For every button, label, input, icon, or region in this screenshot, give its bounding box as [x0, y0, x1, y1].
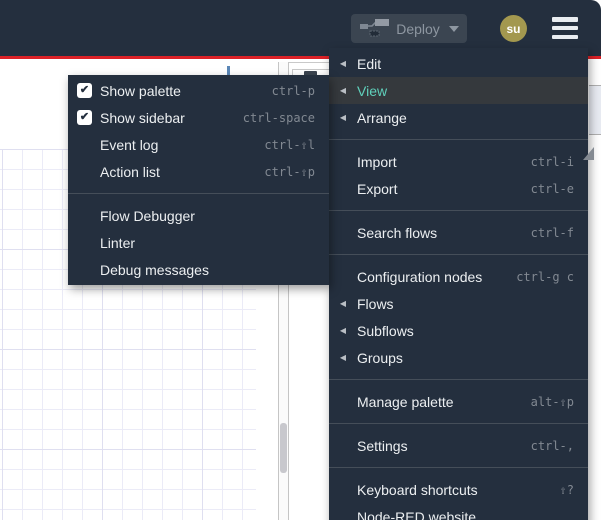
sidebar-scrollbar-thumb[interactable]	[589, 85, 601, 135]
main-menu-item-keyboard-shortcuts[interactable]: Keyboard shortcuts ⇧?	[329, 476, 588, 503]
main-menu-item-left-zone: ◀	[329, 58, 357, 68]
main-menu-item-label: Arrange	[357, 109, 407, 126]
hamburger-bar	[552, 34, 578, 39]
main-menu-item-manage-palette[interactable]: Manage palette alt-⇧p	[329, 388, 588, 415]
main-menu-item-label: Export	[357, 180, 398, 197]
shortcut-label: ctrl-space	[242, 110, 315, 125]
main-menu-item-left-zone: ◀	[329, 352, 357, 362]
view-submenu-item-label: Event log	[100, 136, 159, 153]
view-submenu-item-left-zone: ✔	[68, 110, 100, 125]
main-menu-separator	[329, 379, 588, 380]
main-menu-separator	[329, 210, 588, 211]
main-menu-item-left-zone: ◀	[329, 112, 357, 122]
main-menu-item-label: Settings	[357, 437, 408, 454]
main-menu-item-flows[interactable]: ◀ Flows	[329, 290, 588, 317]
main-menu-item-label: Import	[357, 153, 397, 170]
main-menu-item-label: Flows	[357, 295, 394, 312]
submenu-caret-left-icon: ◀	[339, 58, 347, 68]
main-menu-item-left-zone: ◀	[329, 85, 357, 95]
view-submenu-item-left-zone: ✔	[68, 83, 100, 98]
view-submenu: ✔ Show palette ctrl-p ✔ Show sidebar ctrl-spa…	[68, 75, 329, 285]
submenu-caret-left-icon: ◀	[339, 352, 347, 362]
checkbox-checked-icon[interactable]: ✔	[77, 83, 92, 98]
shortcut-label: ctrl-⇧p	[264, 164, 315, 179]
main-menu-item-export[interactable]: Export ctrl-e	[329, 175, 588, 202]
main-menu-item-left-zone: ◀	[329, 325, 357, 335]
deploy-button[interactable]: Deploy	[351, 14, 467, 43]
main-menu-item-arrange[interactable]: ◀ Arrange	[329, 104, 588, 131]
flow-tab-edge	[227, 66, 230, 75]
submenu-caret-left-icon: ◀	[339, 112, 347, 122]
main-menu-item-label: Configuration nodes	[357, 268, 483, 285]
main-menu-item-edit[interactable]: ◀ Edit	[329, 50, 588, 77]
main-menu-item-label: Groups	[357, 349, 403, 366]
view-submenu-item-label: Linter	[100, 234, 136, 251]
shortcut-label: ctrl-i	[530, 154, 574, 169]
view-submenu-item-show-palette[interactable]: ✔ Show palette ctrl-p	[68, 77, 329, 104]
main-menu-item-label: Manage palette	[357, 393, 454, 410]
main-menu-item-label: Node-RED website	[357, 508, 477, 520]
hamburger-menu-icon[interactable]	[552, 17, 578, 39]
main-menu-separator	[329, 139, 588, 140]
shortcut-label: ctrl-,	[530, 438, 574, 453]
deploy-button-label: Deploy	[396, 20, 440, 37]
view-submenu-item-label: Debug messages	[100, 261, 209, 278]
sidebar-scrollbar[interactable]	[589, 59, 601, 520]
deploy-icon	[359, 15, 391, 42]
main-menu-item-groups[interactable]: ◀ Groups	[329, 344, 588, 371]
main-menu-separator	[329, 467, 588, 468]
main-menu-item-configuration-nodes[interactable]: Configuration nodes ctrl-g c	[329, 263, 588, 290]
submenu-caret-left-icon: ◀	[339, 85, 347, 95]
view-submenu-item-label: Show sidebar	[100, 109, 185, 126]
shortcut-label: ctrl-f	[530, 225, 574, 240]
main-menu-item-subflows[interactable]: ◀ Subflows	[329, 317, 588, 344]
main-menu-separator	[329, 423, 588, 424]
view-submenu-item-label: Flow Debugger	[100, 207, 195, 224]
view-submenu-item-label: Show palette	[100, 82, 181, 99]
main-menu-item-import[interactable]: Import ctrl-i	[329, 148, 588, 175]
main-menu-item-label: Subflows	[357, 322, 414, 339]
shortcut-label: ctrl-p	[271, 83, 315, 98]
main-menu-item-view[interactable]: ◀ View	[329, 77, 588, 104]
chevron-down-icon[interactable]	[449, 25, 459, 32]
view-submenu-item-debug-messages[interactable]: Debug messages	[68, 256, 329, 283]
main-menu-separator	[329, 254, 588, 255]
shortcut-label: ctrl-⇧l	[264, 137, 315, 152]
main-menu-item-label: Edit	[357, 55, 382, 72]
canvas-scrollbar-thumb[interactable]	[280, 423, 287, 473]
node-red-editor: Deploy su ✔ Show palette ctrl-p ✔ Show sideb…	[0, 0, 601, 520]
view-submenu-separator	[68, 193, 329, 194]
checkbox-checked-icon[interactable]: ✔	[77, 110, 92, 125]
sidebar-resize-handle-icon[interactable]	[583, 147, 594, 160]
hamburger-bar	[552, 25, 578, 31]
user-avatar[interactable]: su	[500, 15, 527, 42]
shortcut-label: ctrl-e	[530, 181, 574, 196]
view-submenu-item-linter[interactable]: Linter	[68, 229, 329, 256]
view-submenu-item-show-sidebar[interactable]: ✔ Show sidebar ctrl-space	[68, 104, 329, 131]
main-menu-dropdown: ◀ Edit ◀ View ◀ Arrange Import ctrl-i Export ctrl…	[329, 48, 588, 520]
shortcut-label: alt-⇧p	[530, 394, 574, 409]
main-menu-item-settings[interactable]: Settings ctrl-,	[329, 432, 588, 459]
main-menu-item-node-red-website[interactable]: Node-RED website	[329, 503, 588, 520]
main-menu-item-label: Keyboard shortcuts	[357, 481, 478, 498]
view-submenu-item-flow-debugger[interactable]: Flow Debugger	[68, 202, 329, 229]
submenu-caret-left-icon: ◀	[339, 298, 347, 308]
submenu-caret-left-icon: ◀	[339, 325, 347, 335]
main-menu-item-search-flows[interactable]: Search flows ctrl-f	[329, 219, 588, 246]
view-submenu-item-action-list[interactable]: Action list ctrl-⇧p	[68, 158, 329, 185]
hamburger-bar	[552, 17, 578, 22]
view-submenu-item-label: Action list	[100, 163, 160, 180]
shortcut-label: ctrl-g c	[516, 269, 574, 284]
main-menu-item-label: View	[357, 82, 388, 99]
main-menu-item-left-zone: ◀	[329, 298, 357, 308]
shortcut-label: ⇧?	[559, 482, 574, 497]
view-submenu-item-event-log[interactable]: Event log ctrl-⇧l	[68, 131, 329, 158]
avatar-initials: su	[506, 21, 521, 36]
main-menu-item-label: Search flows	[357, 224, 438, 241]
